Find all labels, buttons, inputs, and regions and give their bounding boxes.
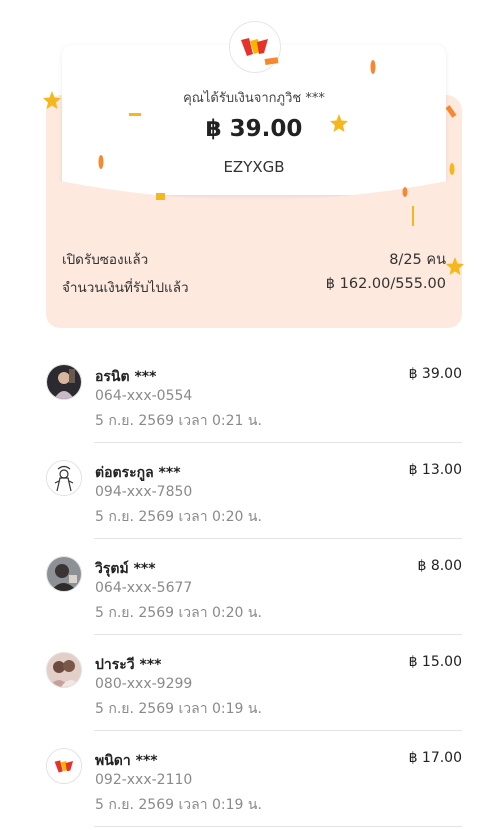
list-item[interactable]: วิรุตม์ *** 064-xxx-5677 5 ก.ย. 2569 เวล… bbox=[46, 539, 462, 635]
recipient-phone: 094-xxx-7850 bbox=[95, 484, 193, 500]
recipient-name: ต่อตระกูล *** bbox=[95, 465, 181, 481]
recipient-amount: ฿ 15.00 bbox=[408, 654, 462, 670]
recipient-phone: 092-xxx-2110 bbox=[95, 772, 193, 788]
photo-avatar bbox=[46, 364, 82, 400]
recipient-amount: ฿ 13.00 bbox=[408, 462, 462, 478]
list-item[interactable]: ต่อตระกูล *** 094-xxx-7850 5 ก.ย. 2569 เ… bbox=[46, 443, 462, 539]
recipient-name: อรนิต *** bbox=[95, 369, 157, 385]
wallet-logo-avatar bbox=[46, 748, 82, 784]
confetti-piece-icon bbox=[446, 105, 457, 118]
confetti-star-icon bbox=[330, 114, 348, 132]
recipient-phone: 064-xxx-5677 bbox=[95, 580, 193, 596]
amount-claimed-label: จำนวนเงินที่รับไปแล้ว bbox=[62, 280, 189, 296]
recipient-time: 5 ก.ย. 2569 เวลา 0:19 น. bbox=[95, 701, 262, 717]
recipient-time: 5 ก.ย. 2569 เวลา 0:20 น. bbox=[95, 605, 262, 621]
recipient-phone: 080-xxx-9299 bbox=[95, 676, 193, 692]
list-item[interactable]: พนิดา *** 092-xxx-2110 5 ก.ย. 2569 เวลา … bbox=[46, 731, 462, 827]
confetti-piece-icon bbox=[98, 155, 104, 169]
recipient-time: 5 ก.ย. 2569 เวลา 0:19 น. bbox=[95, 797, 262, 813]
opened-count-row: เปิดรับซองแล้ว 8/25 คน bbox=[62, 248, 446, 271]
list-item[interactable]: อรนิต *** 064-xxx-0554 5 ก.ย. 2569 เวลา … bbox=[46, 347, 462, 443]
recipient-name: พนิดา *** bbox=[95, 753, 158, 769]
amount-claimed-row: จำนวนเงินที่รับไปแล้ว ฿ 162.00/555.00 bbox=[62, 276, 446, 298]
recipient-amount: ฿ 8.00 bbox=[417, 558, 462, 574]
envelope-flap bbox=[46, 178, 462, 328]
confetti-star-icon bbox=[446, 257, 464, 275]
confetti-star-icon bbox=[43, 91, 61, 109]
confetti-piece-icon bbox=[402, 187, 408, 197]
photo-avatar bbox=[46, 652, 82, 688]
amount-claimed-value: ฿ 162.00/555.00 bbox=[325, 276, 446, 292]
wallet-logo-icon bbox=[241, 38, 268, 56]
confetti-piece-icon bbox=[412, 206, 414, 226]
recipient-name: ปาระวี *** bbox=[95, 657, 162, 673]
envelope-code: EZYXGB bbox=[223, 158, 285, 176]
opened-count-label: เปิดรับซองแล้ว bbox=[62, 252, 149, 268]
recipient-phone: 064-xxx-0554 bbox=[95, 388, 193, 404]
list-item[interactable]: ปาระวี *** 080-xxx-9299 5 ก.ย. 2569 เวลา… bbox=[46, 635, 462, 731]
confetti-piece-icon bbox=[370, 60, 376, 74]
confetti-piece-icon bbox=[449, 163, 455, 175]
received-amount: ฿ 39.00 bbox=[205, 116, 303, 142]
confetti-piece-icon bbox=[129, 113, 141, 116]
recipient-time: 5 ก.ย. 2569 เวลา 0:20 น. bbox=[95, 509, 262, 525]
confetti-piece-icon bbox=[156, 193, 165, 200]
opened-count-value: 8/25 คน bbox=[389, 252, 446, 268]
recipient-time: 5 ก.ย. 2569 เวลา 0:21 น. bbox=[95, 413, 262, 429]
recipient-list: อรนิต *** 064-xxx-0554 5 ก.ย. 2569 เวลา … bbox=[46, 347, 462, 827]
recipient-name: วิรุตม์ *** bbox=[95, 561, 156, 577]
recipient-amount: ฿ 39.00 bbox=[408, 366, 462, 382]
divider bbox=[94, 826, 462, 827]
photo-avatar bbox=[46, 556, 82, 592]
recipient-amount: ฿ 17.00 bbox=[408, 750, 462, 766]
confetti-piece-icon bbox=[264, 57, 279, 65]
received-from-text: คุณได้รับเงินจากภูวิช *** bbox=[183, 91, 325, 106]
drawing-avatar bbox=[46, 460, 82, 496]
